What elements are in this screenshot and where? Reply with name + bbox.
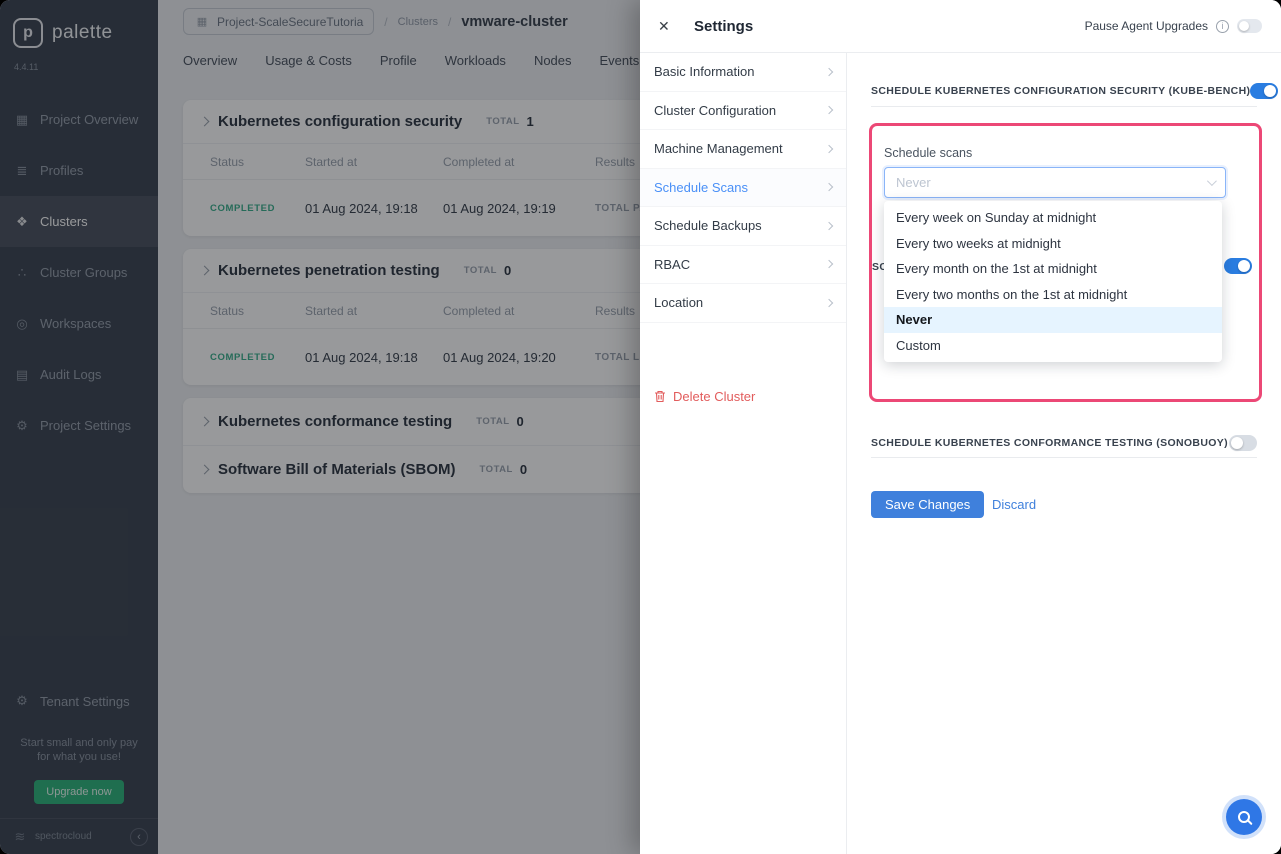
menu-item-label: Machine Management <box>654 141 783 156</box>
sonobuoy-label: SCHEDULE KUBERNETES CONFORMANCE TESTING … <box>871 437 1228 449</box>
toggle-knob <box>1238 260 1250 272</box>
menu-item-label: RBAC <box>654 257 690 272</box>
menu-item-machine-management[interactable]: Machine Management <box>640 130 846 169</box>
pause-agent-upgrades-label: Pause Agent Upgrades <box>1085 19 1208 33</box>
dropdown-option[interactable]: Every two months on the 1st at midnight <box>884 282 1222 308</box>
menu-item-label: Location <box>654 295 703 310</box>
schedule-scans-field-label: Schedule scans <box>884 146 972 160</box>
save-changes-button[interactable]: Save Changes <box>871 491 984 518</box>
menu-item-basic-information[interactable]: Basic Information <box>640 53 846 92</box>
schedule-scans-select[interactable]: Never <box>884 167 1226 198</box>
schedule-scans-dropdown: Every week on Sunday at midnight Every t… <box>884 201 1222 362</box>
dropdown-option[interactable]: Every week on Sunday at midnight <box>884 205 1222 231</box>
chevron-down-icon <box>1207 176 1217 186</box>
menu-item-schedule-scans[interactable]: Schedule Scans <box>640 169 846 208</box>
menu-item-label: Cluster Configuration <box>654 103 776 118</box>
drawer-title: Settings <box>694 18 753 35</box>
info-icon[interactable] <box>1216 20 1229 33</box>
chevron-right-icon <box>825 299 833 307</box>
chevron-right-icon <box>825 106 833 114</box>
delete-cluster-label: Delete Cluster <box>673 389 755 404</box>
modal-dim-overlay[interactable] <box>0 0 640 854</box>
menu-item-label: Basic Information <box>654 64 754 79</box>
chevron-right-icon <box>825 183 833 191</box>
help-search-fab[interactable] <box>1226 799 1262 835</box>
pause-agent-upgrades-toggle[interactable] <box>1237 19 1262 33</box>
discard-button[interactable]: Discard <box>992 497 1036 512</box>
sonobuoy-row: SCHEDULE KUBERNETES CONFORMANCE TESTING … <box>871 430 1257 456</box>
sonobuoy-toggle[interactable] <box>1229 435 1257 451</box>
menu-item-schedule-backups[interactable]: Schedule Backups <box>640 207 846 246</box>
chevron-right-icon <box>825 145 833 153</box>
menu-item-location[interactable]: Location <box>640 284 846 323</box>
kube-bench-row: SCHEDULE KUBERNETES CONFIGURATION SECURI… <box>871 78 1257 104</box>
dropdown-option[interactable]: Custom <box>884 333 1222 359</box>
kube-bench-label: SCHEDULE KUBERNETES CONFIGURATION SECURI… <box>871 85 1250 97</box>
toggle-knob <box>1239 21 1249 31</box>
dropdown-option-selected[interactable]: Never <box>884 307 1222 333</box>
settings-drawer: Settings Pause Agent Upgrades Basic Info… <box>640 0 1281 854</box>
chevron-right-icon <box>825 222 833 230</box>
trash-icon <box>654 390 666 403</box>
app-screen: p palette 4.4.11 Project Overview Profil… <box>0 0 1281 854</box>
menu-item-label: Schedule Backups <box>654 218 762 233</box>
delete-cluster-button[interactable]: Delete Cluster <box>654 389 755 404</box>
drawer-header: Settings Pause Agent Upgrades <box>640 0 1281 53</box>
kube-bench-toggle[interactable] <box>1250 83 1278 99</box>
divider <box>871 457 1257 458</box>
toggle-knob <box>1231 437 1243 449</box>
pause-agent-upgrades-group: Pause Agent Upgrades <box>1085 19 1262 33</box>
chevron-right-icon <box>825 260 833 268</box>
dropdown-option[interactable]: Every month on the 1st at midnight <box>884 256 1222 282</box>
select-value: Never <box>896 175 931 190</box>
kube-hunter-toggle[interactable] <box>1224 258 1252 274</box>
settings-menu: Basic Information Cluster Configuration … <box>640 53 847 854</box>
menu-item-cluster-configuration[interactable]: Cluster Configuration <box>640 92 846 131</box>
toggle-knob <box>1264 85 1276 97</box>
close-icon[interactable] <box>658 18 678 35</box>
divider <box>871 106 1257 107</box>
menu-item-rbac[interactable]: RBAC <box>640 246 846 285</box>
menu-item-label: Schedule Scans <box>654 180 748 195</box>
dropdown-option[interactable]: Every two weeks at midnight <box>884 231 1222 257</box>
chevron-right-icon <box>825 68 833 76</box>
search-icon <box>1238 811 1250 823</box>
